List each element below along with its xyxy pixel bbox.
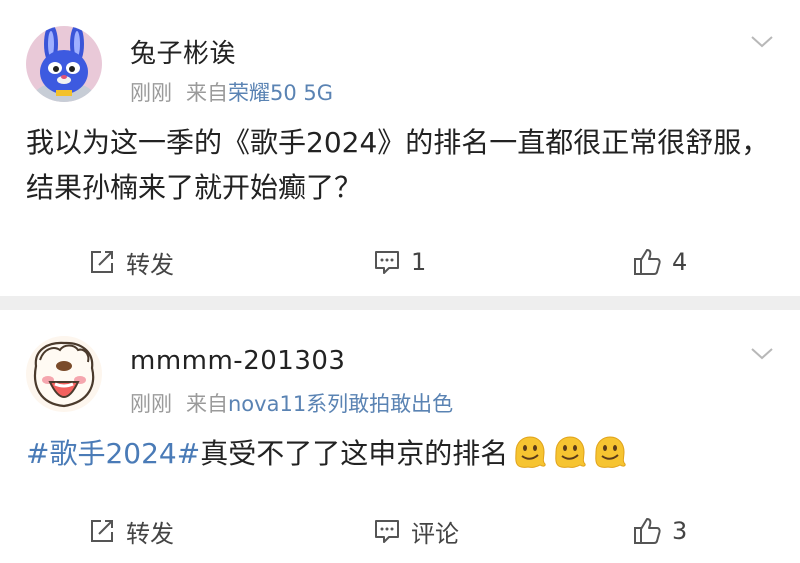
post-text: #歌手2024#真受不了了这申京的排名 [26, 431, 770, 476]
post-meta: 刚刚 来自荣耀50 5G [130, 77, 333, 107]
action-bar: 转发 评论 3 [0, 511, 800, 551]
repost-button[interactable]: 转发 [88, 242, 174, 282]
melting-face-emoji [592, 434, 628, 470]
repost-label: 转发 [126, 519, 174, 548]
melting-face-emoji [552, 434, 588, 470]
like-count: 3 [672, 517, 688, 545]
username[interactable]: mmmm-201303 [130, 346, 345, 376]
bunny-avatar[interactable] [26, 26, 102, 102]
thumbs-up-icon [634, 518, 661, 544]
comment-label: 评论 [411, 519, 459, 548]
chevron-down-icon[interactable] [750, 342, 774, 366]
repost-label: 转发 [126, 250, 174, 279]
post-time: 刚刚 [130, 81, 172, 105]
repost-icon [91, 520, 113, 542]
like-button[interactable]: 4 [632, 242, 687, 282]
comment-button[interactable]: 评论 [373, 511, 459, 551]
action-bar: 转发 1 4 [0, 242, 800, 282]
feed-post: 兔子彬诶 刚刚 来自荣耀50 5G 我以为这一季的《歌手2024》的排名一直都很正… [0, 0, 800, 296]
feed-post: mmmm-201303 刚刚 来自nova11系列敢拍敢出色 #歌手2024#真受… [0, 310, 800, 563]
melting-face-emoji [512, 434, 548, 470]
post-text-content: 真受不了了这申京的排名 [200, 437, 509, 470]
like-button[interactable]: 3 [632, 511, 687, 551]
repost-icon [91, 251, 113, 273]
comment-icon [375, 520, 399, 543]
comment-count: 1 [411, 248, 427, 276]
thumbs-up-icon [634, 249, 661, 275]
comment-button[interactable]: 1 [373, 242, 426, 282]
repost-button[interactable]: 转发 [88, 511, 174, 551]
comment-icon [375, 251, 399, 274]
post-time: 刚刚 [130, 392, 172, 416]
source-prefix: 来自 [186, 392, 228, 416]
emoji-group [508, 434, 628, 470]
post-text: 我以为这一季的《歌手2024》的排名一直都很正常很舒服，结果孙楠来了就开始癫了？ [26, 126, 770, 204]
post-source[interactable]: 荣耀50 5G [228, 81, 333, 105]
post-meta: 刚刚 来自nova11系列敢拍敢出色 [130, 388, 453, 418]
hashtag-link[interactable]: #歌手2024# [26, 437, 200, 470]
post-divider [0, 296, 800, 310]
post-source[interactable]: nova11系列敢拍敢出色 [228, 392, 453, 416]
source-prefix: 来自 [186, 81, 228, 105]
chevron-down-icon[interactable] [750, 30, 774, 54]
cartoon-face-avatar[interactable] [26, 336, 102, 412]
like-count: 4 [672, 248, 688, 276]
username[interactable]: 兔子彬诶 [130, 33, 236, 70]
